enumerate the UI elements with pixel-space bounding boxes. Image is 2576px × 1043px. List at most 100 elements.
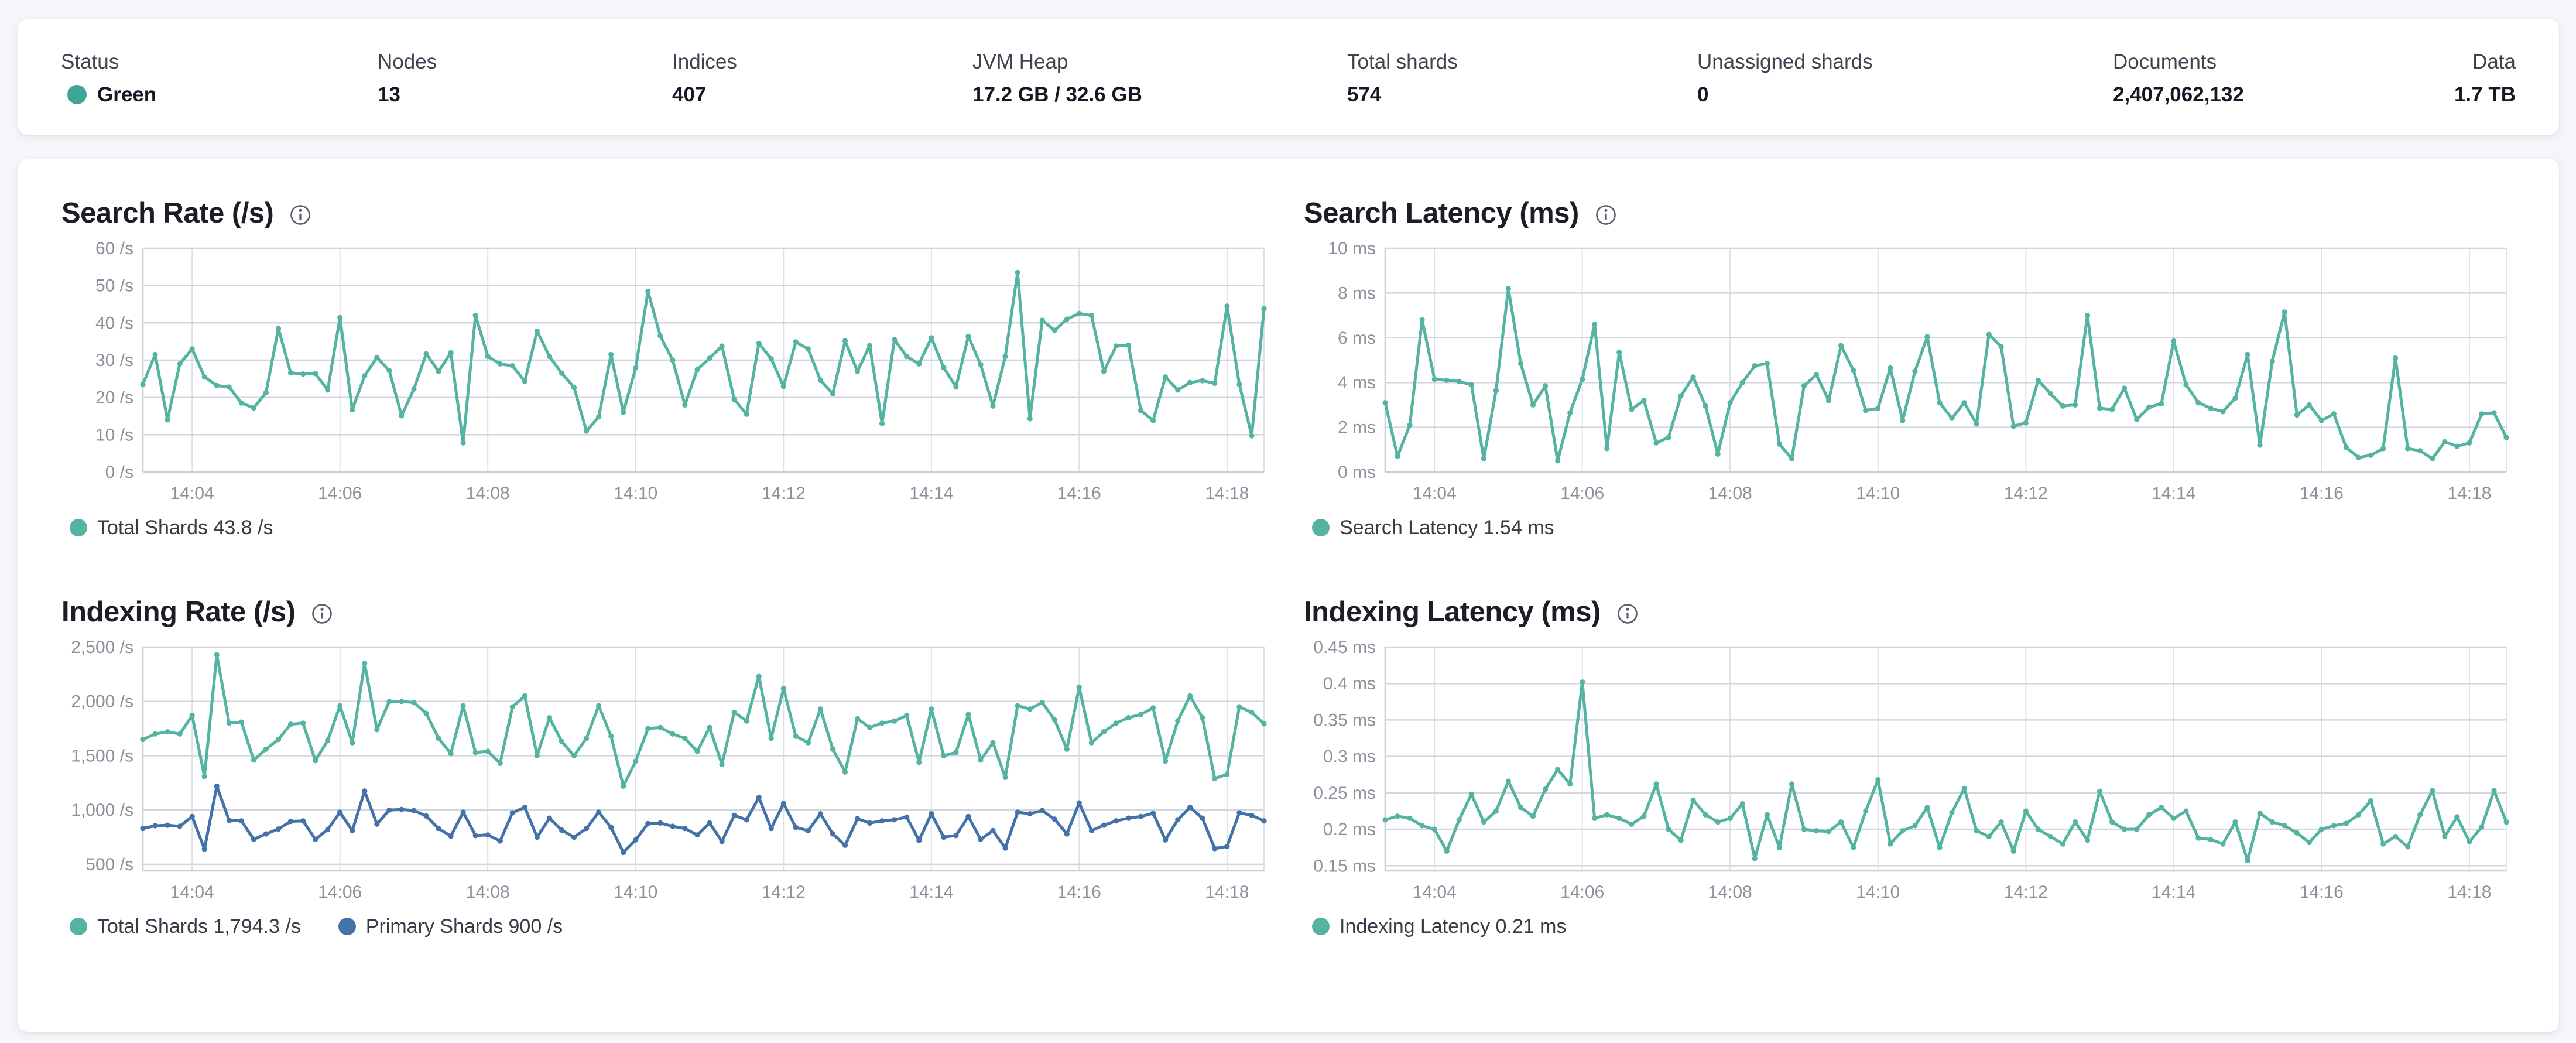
indexing-latency-chart[interactable]: 0.45 ms 0.4 ms 0.35 ms 0.3 ms 0.25 ms 0.2 ms 0… [1303,637,2515,906]
data-point [1419,317,1425,323]
data-point [386,807,392,813]
data-point [633,365,639,371]
legend-dot-icon [1312,918,1330,936]
data-point [374,354,380,360]
data-point [670,823,676,829]
data-point [1163,374,1169,380]
data-point [214,382,220,388]
search-rate-chart[interactable]: 60 /s 50 /s 40 /s 30 /s 20 /s 10 /s 0 /s 14:04 1… [61,238,1273,507]
data-point [1653,440,1659,446]
metric-unassigned-shards: Unassigned shards 0 [1697,50,2113,135]
data-point [854,816,861,822]
data-point [1027,811,1033,816]
data-point [350,827,355,833]
data-point [177,823,183,829]
data-point [756,794,762,801]
data-point [768,355,774,361]
x-axis-tick-label: 14:06 [318,883,362,902]
data-point [904,814,910,820]
data-point [300,818,306,824]
data-point [522,804,528,810]
y-axis-tick-label: 0.25 ms [1313,784,1376,803]
data-point [1481,819,1486,825]
info-icon[interactable] [1594,203,1618,227]
data-point [263,746,269,752]
x-axis-tick-label: 14:14 [2152,484,2195,503]
info-icon[interactable] [310,602,334,625]
data-point [596,809,602,815]
data-point [1543,786,1549,792]
y-axis-tick-label: 2 ms [1338,418,1376,437]
data-point [744,411,749,417]
x-axis-tick-label: 14:18 [1205,883,1249,902]
data-point [1236,809,1242,816]
data-point [842,842,848,848]
series-line-primary-shards [141,784,1266,854]
data-point [2368,452,2374,458]
indexing-rate-chart[interactable]: 2,500 /s 2,000 /s 1,500 /s 1,000 /s 500 /s 14… [61,637,1273,906]
data-point [1530,813,1536,819]
legend-dot-icon [1312,519,1330,537]
data-point [731,396,737,402]
metric-label: Total shards [1347,50,1458,73]
search-latency-chart[interactable]: 10 ms 8 ms 6 ms 4 ms 2 ms 0 ms 14:04 14:06 14:08… [1303,238,2515,507]
y-axis-tick-label: 50 /s [95,276,133,296]
chart-title: Indexing Rate (/s) [61,596,296,628]
data-point [509,704,515,710]
series-line-search-latency [1383,287,2508,463]
data-point [1002,845,1008,851]
x-axis-tick-label: 14:14 [909,484,953,503]
x-axis-tick-label: 14:12 [2004,484,2048,503]
data-point [226,817,232,823]
chart-title: Search Rate (/s) [61,197,274,229]
data-point [2220,409,2226,415]
x-axis-tick-label: 14:04 [1413,883,1457,902]
data-point [793,824,799,830]
data-point [621,409,626,415]
data-point [534,753,540,758]
info-icon[interactable] [1616,602,1639,625]
legend-label: Indexing Latency 0.21 ms [1340,915,1567,938]
data-point [731,709,737,715]
data-point [263,831,269,837]
data-point [1789,781,1795,787]
legend-item-primary-shards[interactable]: Primary Shards 900 /s [338,915,563,938]
y-axis-tick-label: 2,000 /s [71,692,133,711]
data-point [1015,703,1020,709]
data-point [2442,833,2448,839]
data-point [2491,788,2497,794]
data-point [2109,819,2115,825]
chart-indexing-latency: Indexing Latency (ms) 0.45 ms 0.4 ms 0.35 … [1303,596,2515,938]
data-point [214,652,220,658]
data-point [1187,693,1193,699]
chart-title: Search Latency (ms) [1304,197,1579,229]
legend-item-search-latency[interactable]: Search Latency 1.54 ms [1312,517,1554,539]
data-point [817,706,823,712]
info-icon[interactable] [289,203,312,227]
legend-item-total-shards[interactable]: Total Shards 1,794.3 /s [70,915,301,938]
data-point [522,693,528,699]
data-point [1826,828,1832,835]
data-point [2393,833,2399,839]
data-point [584,825,590,832]
data-point [2430,788,2435,794]
legend-item-indexing-latency[interactable]: Indexing Latency 0.21 ms [1312,915,1566,938]
data-point [1113,720,1119,726]
data-point [1002,353,1008,360]
series-line-total-shards [141,653,1266,788]
data-point [534,834,540,840]
legend-item-total-shards[interactable]: Total Shards 43.8 /s [70,517,273,539]
data-point [325,826,331,832]
y-axis-tick-label: 10 ms [1328,239,1376,258]
metric-status: Status Green [61,50,378,135]
data-point [1580,679,1585,685]
data-point [978,836,984,842]
data-point [1641,813,1647,819]
data-point [2245,857,2250,863]
metric-label: Indices [672,50,737,73]
data-point [399,806,405,812]
data-point [571,834,577,840]
data-point [596,414,602,420]
data-point [374,821,380,827]
data-point [830,746,836,752]
